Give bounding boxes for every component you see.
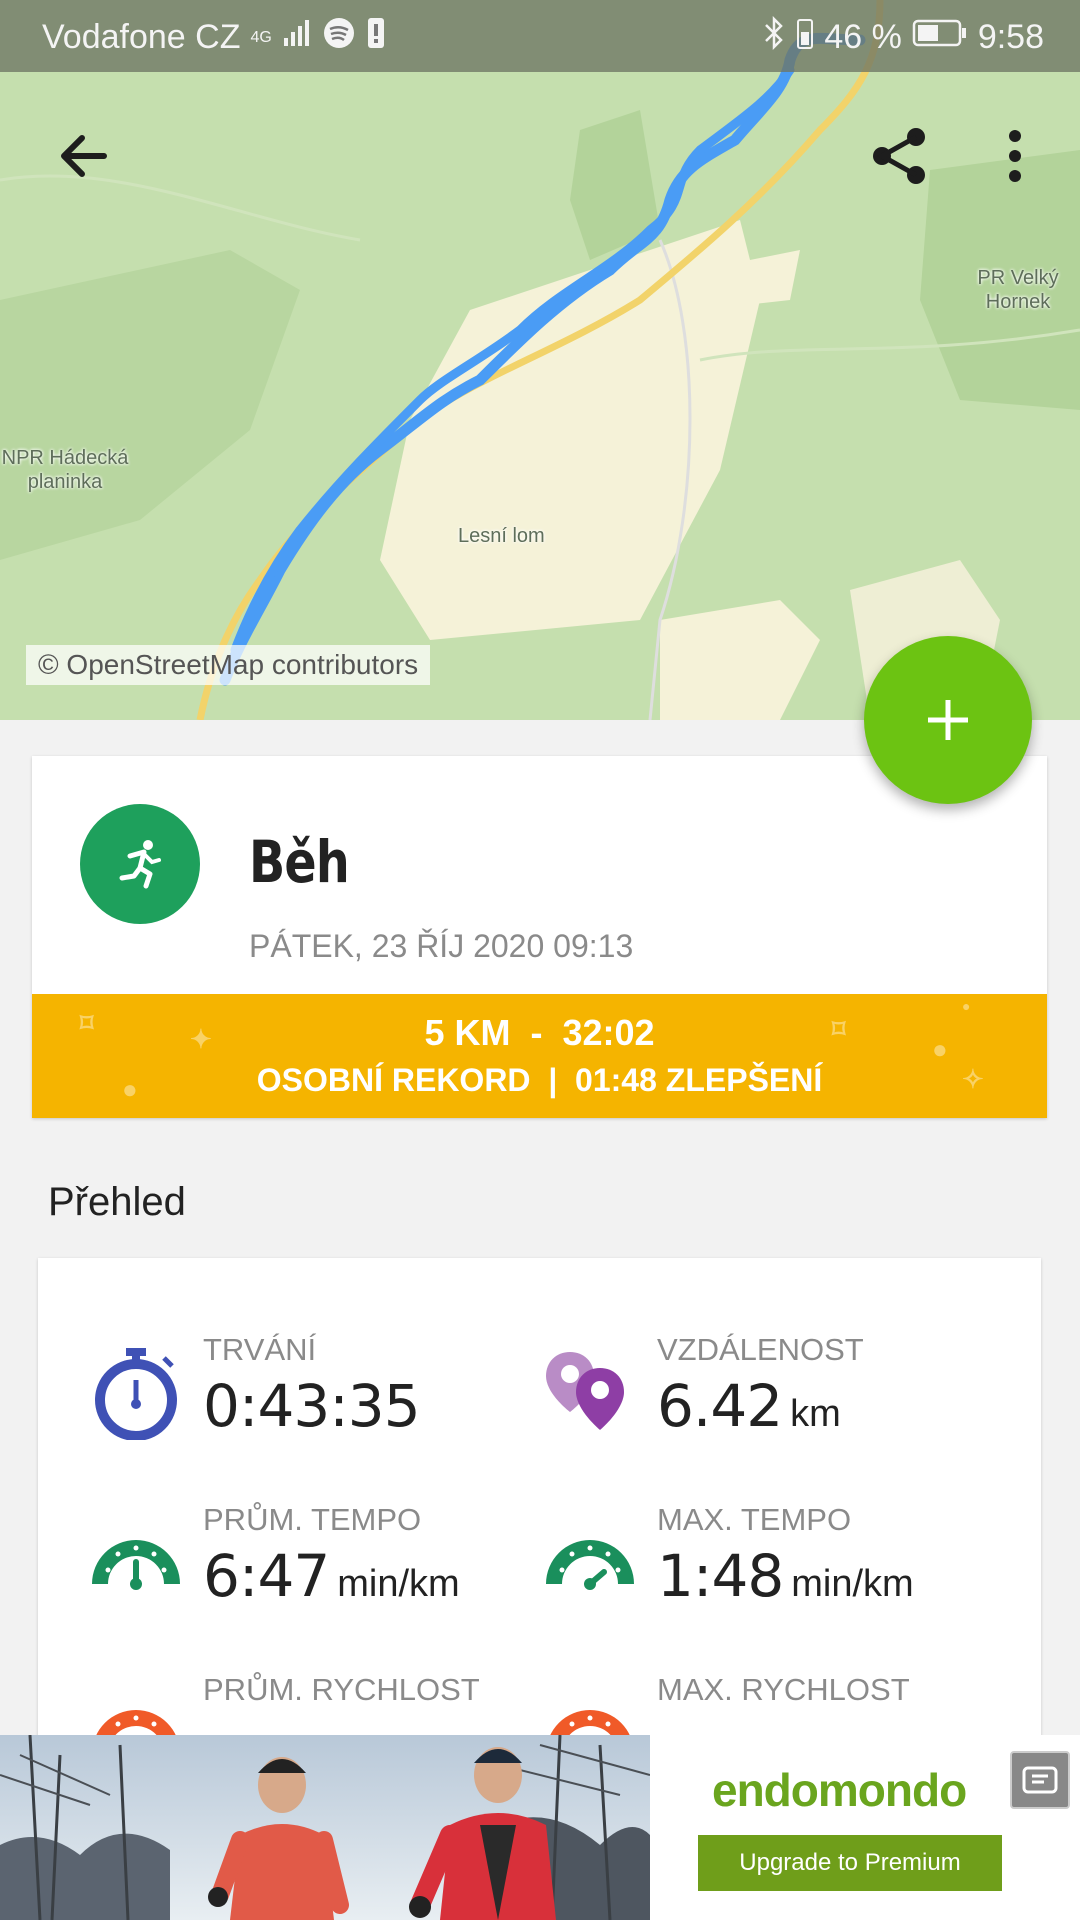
- stat-unit: min/km: [337, 1563, 460, 1605]
- stat-value: 6.42: [657, 1372, 783, 1440]
- speedometer-icon: [546, 1540, 634, 1590]
- battery-small-icon: [796, 16, 814, 59]
- stat-value: 6:47: [203, 1542, 330, 1610]
- endomondo-logo: endomondo: [712, 1764, 967, 1816]
- spotify-icon: [322, 16, 356, 59]
- carrier-name: Vodafone CZ: [42, 18, 241, 56]
- more-options-button[interactable]: [990, 116, 1040, 196]
- network-type: 4G: [250, 28, 272, 46]
- location-pin-icon: [546, 1352, 624, 1430]
- signal-icon: [282, 18, 312, 57]
- record-improvement: OSOBNÍ REKORD | 01:48 ZLEPŠENÍ: [256, 1062, 823, 1098]
- battery-icon: [912, 18, 968, 57]
- status-bar: Vodafone CZ 4G 46 % 9:58: [0, 0, 1080, 72]
- back-button[interactable]: [44, 116, 124, 196]
- stat-value: 1:48: [657, 1542, 784, 1610]
- bluetooth-icon: [762, 15, 786, 59]
- share-icon: [873, 128, 925, 184]
- sport-badge: [80, 804, 200, 924]
- share-button[interactable]: [860, 116, 940, 196]
- stat-label: MAX. RYCHLOST: [657, 1672, 910, 1707]
- overview-title: Přehled: [48, 1180, 186, 1224]
- stat-max-pace: MAX. TEMPO 1:48 min/km: [542, 1502, 1002, 1622]
- record-distance-time: 5 KM - 32:02: [424, 1012, 655, 1053]
- sport-title: Běh: [249, 828, 350, 896]
- stat-duration: TRVÁNÍ 0:43:35: [88, 1332, 488, 1452]
- plus-icon: [928, 700, 968, 740]
- stat-distance: VZDÁLENOST 6.42 km: [542, 1332, 1002, 1452]
- map-attribution[interactable]: © OpenStreetMap contributors: [26, 645, 431, 685]
- alert-icon: [366, 16, 386, 59]
- running-icon: [119, 840, 161, 889]
- stat-unit: km: [790, 1393, 841, 1435]
- stat-label: VZDÁLENOST: [657, 1332, 864, 1367]
- add-button[interactable]: [864, 636, 1032, 804]
- speedometer-icon: [92, 1540, 180, 1590]
- stat-avg-pace: PRŮM. TEMPO 6:47 min/km: [88, 1502, 528, 1622]
- workout-date: PÁTEK, 23 ŘÍJ 2020 09:13: [249, 928, 634, 964]
- personal-record-banner[interactable]: ⌑ ✦ ● ⌑ ● ✧ ● 5 KM - 32:02 OSOBNÍ REKORD…: [32, 994, 1047, 1118]
- stat-value: 0:43:35: [203, 1372, 421, 1440]
- stat-label: MAX. TEMPO: [657, 1502, 852, 1537]
- back-arrow-icon: [61, 135, 107, 177]
- ad-choices-icon: [1022, 1766, 1058, 1794]
- workout-summary-card: Běh PÁTEK, 23 ŘÍJ 2020 09:13 ⌑ ✦ ● ⌑ ● ✧…: [32, 756, 1047, 1118]
- map-label-hadecka: NPR Hádecká planinka: [1, 447, 129, 493]
- more-vert-icon: [1009, 130, 1021, 182]
- ad-info-button[interactable]: [1010, 1751, 1070, 1809]
- route-map[interactable]: PR Velký Hornek NPR Hádecká planinka Les…: [0, 0, 1080, 720]
- battery-percent: 46 %: [824, 18, 902, 56]
- map-label-velky-hornek: PR Velký Hornek: [977, 267, 1059, 313]
- stat-label: PRŮM. TEMPO: [203, 1502, 422, 1537]
- stat-unit: min/km: [791, 1563, 914, 1605]
- stat-label: TRVÁNÍ: [203, 1332, 317, 1367]
- ad-photo: [0, 1735, 650, 1920]
- upgrade-premium-button[interactable]: Upgrade to Premium: [698, 1835, 1002, 1891]
- ad-banner[interactable]: endomondo Upgrade to Premium: [0, 1735, 1080, 1920]
- stopwatch-icon: [95, 1348, 177, 1440]
- stat-label: PRŮM. RYCHLOST: [203, 1672, 480, 1707]
- clock: 9:58: [977, 18, 1044, 56]
- map-label-lesni-lom: Lesní lom: [458, 525, 545, 547]
